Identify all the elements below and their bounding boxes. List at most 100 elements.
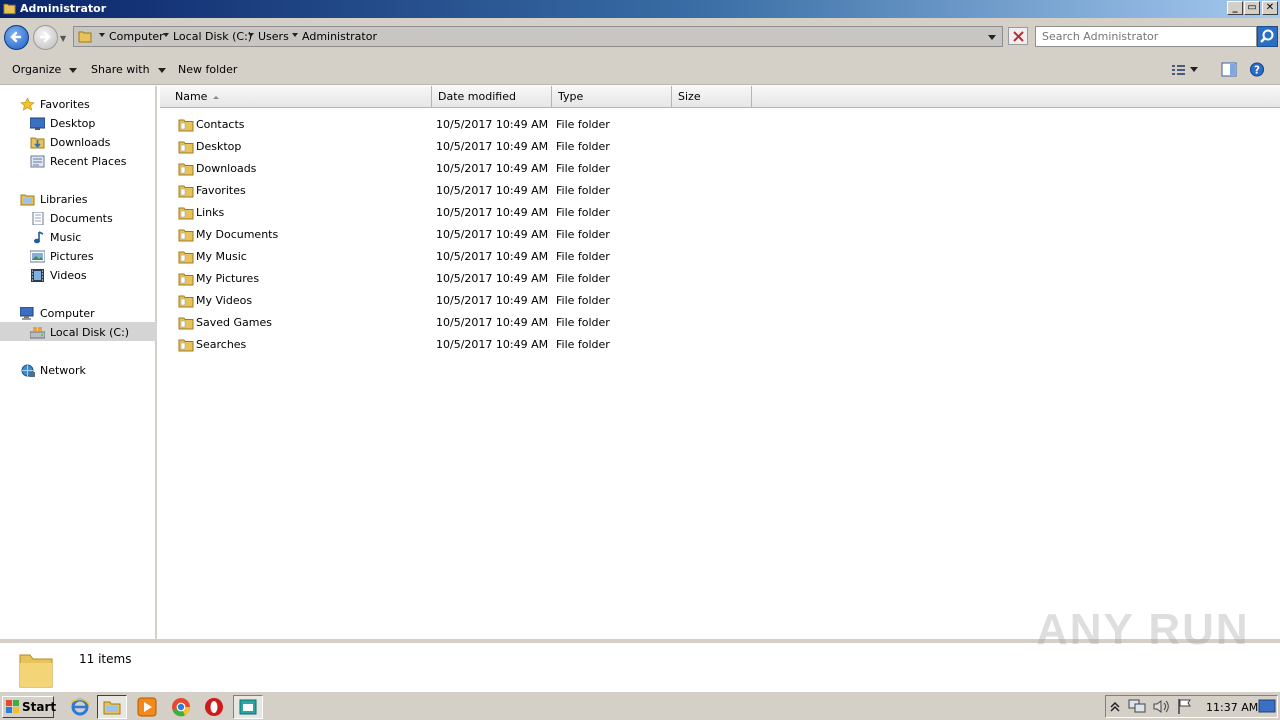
table-row[interactable]: Saved Games 10/5/2017 10:49 AM File folder xyxy=(176,312,756,334)
table-row[interactable]: My Pictures 10/5/2017 10:49 AM File folder xyxy=(176,268,756,290)
folder-icon xyxy=(178,119,194,132)
table-row[interactable]: My Music 10/5/2017 10:49 AM File folder xyxy=(176,246,756,268)
chevron-down-icon[interactable] xyxy=(163,33,169,37)
column-header-size[interactable]: Size xyxy=(672,86,752,108)
table-row[interactable]: My Videos 10/5/2017 10:49 AM File folder xyxy=(176,290,756,312)
column-header-date-modified[interactable]: Date modified xyxy=(432,86,552,108)
file-type: File folder xyxy=(556,294,610,307)
address-bar[interactable]: Computer Local Disk (C:) Users Administr… xyxy=(73,26,1003,47)
chevron-down-icon[interactable] xyxy=(292,33,298,37)
close-button[interactable]: ✕ xyxy=(1262,1,1278,15)
column-header-name[interactable]: Name xyxy=(160,86,432,108)
file-name: Downloads xyxy=(196,162,257,175)
taskbar-clock[interactable]: 11:37 AM xyxy=(1206,701,1258,714)
show-hidden-icons-icon[interactable] xyxy=(1108,698,1122,714)
table-row[interactable]: Downloads 10/5/2017 10:49 AM File folder xyxy=(176,158,756,180)
arrow-left-icon xyxy=(10,31,22,43)
chevron-down-icon[interactable] xyxy=(99,33,105,37)
file-date-modified: 10/5/2017 10:49 AM xyxy=(436,184,549,197)
nav-item-label: Desktop xyxy=(50,117,96,130)
folder-icon xyxy=(178,229,194,242)
file-name: Searches xyxy=(196,338,247,351)
folder-icon xyxy=(178,295,194,308)
action-center-flag-icon[interactable] xyxy=(1176,698,1194,715)
file-date-modified: 10/5/2017 10:49 AM xyxy=(436,250,549,263)
preview-pane-icon[interactable] xyxy=(1221,62,1237,77)
new-folder-button[interactable]: New folder xyxy=(178,63,237,76)
restore-button[interactable]: ▭ xyxy=(1244,1,1260,15)
show-desktop-icon[interactable] xyxy=(1258,699,1276,714)
file-date-modified: 10/5/2017 10:49 AM xyxy=(436,162,549,175)
folder-icon xyxy=(178,317,194,330)
table-row[interactable]: Desktop 10/5/2017 10:49 AM File folder xyxy=(176,136,756,158)
folder-icon xyxy=(103,701,121,715)
breadcrumb-users[interactable]: Users xyxy=(258,30,289,43)
desktop-icon xyxy=(30,117,45,130)
search-input[interactable] xyxy=(1036,27,1256,46)
file-list-pane[interactable]: Name Date modified Type Size Contacts 10/… xyxy=(160,86,1280,639)
back-button[interactable] xyxy=(4,25,29,50)
nav-item-label: Recent Places xyxy=(50,155,127,168)
view-details-icon[interactable] xyxy=(1170,62,1186,77)
nav-item-label: Documents xyxy=(50,212,113,225)
organize-button[interactable]: Organize xyxy=(12,63,78,76)
search-button[interactable] xyxy=(1257,26,1278,47)
network-status-icon[interactable] xyxy=(1128,698,1146,715)
windows-logo-icon xyxy=(6,700,19,713)
table-row[interactable]: Contacts 10/5/2017 10:49 AM File folder xyxy=(176,114,756,136)
documents-icon xyxy=(32,212,44,225)
start-button[interactable]: Start xyxy=(2,696,57,718)
navigation-pane[interactable]: Favorites Desktop Downloads Recent Place… xyxy=(0,86,157,639)
file-type: File folder xyxy=(556,250,610,263)
forward-button[interactable] xyxy=(33,25,58,50)
share-with-button[interactable]: Share with xyxy=(91,63,166,76)
breadcrumb-computer[interactable]: Computer xyxy=(109,30,164,43)
breadcrumb-local-disk[interactable]: Local Disk (C:) xyxy=(173,30,252,43)
start-label: Start xyxy=(22,700,57,714)
volume-icon[interactable] xyxy=(1152,698,1170,715)
help-icon[interactable]: ? xyxy=(1249,62,1265,77)
file-type: File folder xyxy=(556,228,610,241)
chrome-icon[interactable] xyxy=(171,697,191,717)
opera-icon[interactable] xyxy=(204,697,224,717)
table-row[interactable]: Favorites 10/5/2017 10:49 AM File folder xyxy=(176,180,756,202)
media-player-icon[interactable] xyxy=(137,697,157,717)
table-row[interactable]: Links 10/5/2017 10:49 AM File folder xyxy=(176,202,756,224)
minimize-button[interactable]: _ xyxy=(1227,1,1243,15)
window-title: Administrator xyxy=(20,2,107,15)
column-header-bar: Name Date modified Type Size xyxy=(160,86,1280,108)
file-date-modified: 10/5/2017 10:49 AM xyxy=(436,228,549,241)
file-type: File folder xyxy=(556,140,610,153)
address-history-dropdown[interactable] xyxy=(988,35,996,40)
file-date-modified: 10/5/2017 10:49 AM xyxy=(436,118,549,131)
folder-icon xyxy=(178,251,194,264)
organize-label: Organize xyxy=(12,63,62,76)
file-name: My Videos xyxy=(196,294,253,307)
internet-explorer-icon[interactable] xyxy=(70,697,90,717)
breadcrumb-administrator[interactable]: Administrator xyxy=(302,30,377,43)
network-icon xyxy=(21,364,35,377)
share-with-label: Share with xyxy=(91,63,150,76)
chevron-down-icon xyxy=(69,67,78,73)
column-header-type[interactable]: Type xyxy=(552,86,672,108)
file-type: File folder xyxy=(556,206,610,219)
file-date-modified: 10/5/2017 10:49 AM xyxy=(436,140,549,153)
stop-button[interactable] xyxy=(1008,27,1028,45)
title-bar[interactable]: Administrator _ ▭ ✕ xyxy=(0,0,1280,18)
search-box[interactable] xyxy=(1035,26,1257,47)
file-name: My Pictures xyxy=(196,272,260,285)
recent-pages-dropdown[interactable]: ▼ xyxy=(60,34,66,43)
table-row[interactable]: Searches 10/5/2017 10:49 AM File folder xyxy=(176,334,756,356)
table-row[interactable]: My Documents 10/5/2017 10:49 AM File folde… xyxy=(176,224,756,246)
view-options-dropdown[interactable] xyxy=(1190,67,1198,72)
file-name: Links xyxy=(196,206,225,219)
chevron-down-icon[interactable] xyxy=(248,33,254,37)
app-window-icon xyxy=(239,699,257,715)
videos-icon xyxy=(31,269,44,282)
taskbar-explorer-button[interactable] xyxy=(97,695,127,719)
file-type: File folder xyxy=(556,338,610,351)
file-name: My Music xyxy=(196,250,247,263)
taskbar-app-button[interactable] xyxy=(233,695,263,719)
column-header-label: Name xyxy=(175,90,208,103)
music-note-icon xyxy=(34,231,44,244)
